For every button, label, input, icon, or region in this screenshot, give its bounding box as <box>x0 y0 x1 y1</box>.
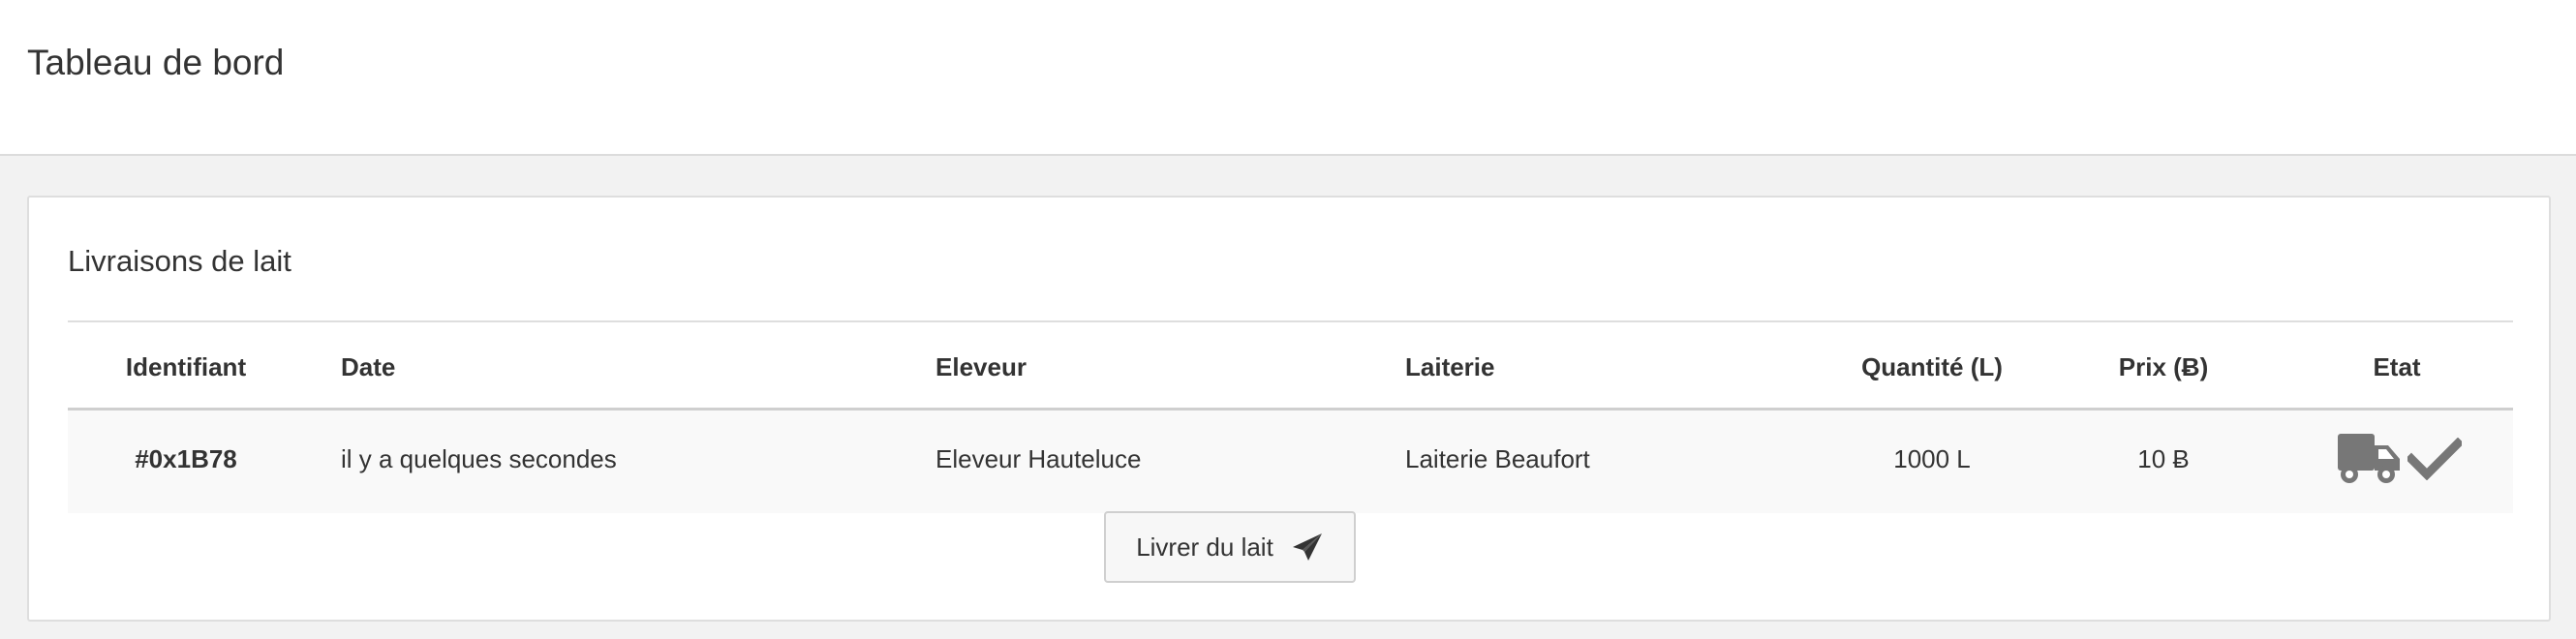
column-header-etat[interactable]: Etat <box>2373 352 2420 382</box>
cell-laiterie: Laiterie Beaufort <box>1405 444 1590 473</box>
paper-plane-icon <box>1292 533 1322 561</box>
column-header-eleveur[interactable]: Eleveur <box>935 352 1027 382</box>
column-header-quantite[interactable]: Quantité (L) <box>1861 352 2003 382</box>
column-header-prix[interactable]: Prix (Ƀ) <box>2119 352 2208 382</box>
cell-id: #0x1B78 <box>135 444 237 473</box>
deliver-milk-button[interactable]: Livrer du lait <box>1104 511 1356 583</box>
cell-etat <box>2336 430 2462 488</box>
column-header-id[interactable]: Identifiant <box>126 352 246 382</box>
card-title: Livraisons de lait <box>68 244 291 278</box>
cell-date: il y a quelques secondes <box>341 444 617 473</box>
check-icon <box>2407 438 2462 480</box>
page-title: Tableau de bord <box>27 43 285 82</box>
truck-icon <box>2338 434 2400 483</box>
column-header-laiterie[interactable]: Laiterie <box>1405 352 1495 382</box>
column-header-date[interactable]: Date <box>341 352 395 382</box>
deliveries-card: Livraisons de lait Identifiant Date Elev… <box>27 196 2551 622</box>
cell-eleveur: Eleveur Hauteluce <box>935 444 1142 473</box>
card-divider <box>68 320 2513 322</box>
cell-prix: 10 Ƀ <box>2137 444 2190 473</box>
top-header: Tableau de bord <box>0 0 2576 156</box>
deliver-milk-label: Livrer du lait <box>1136 532 1273 562</box>
cell-quantite: 1000 L <box>1893 444 1971 473</box>
